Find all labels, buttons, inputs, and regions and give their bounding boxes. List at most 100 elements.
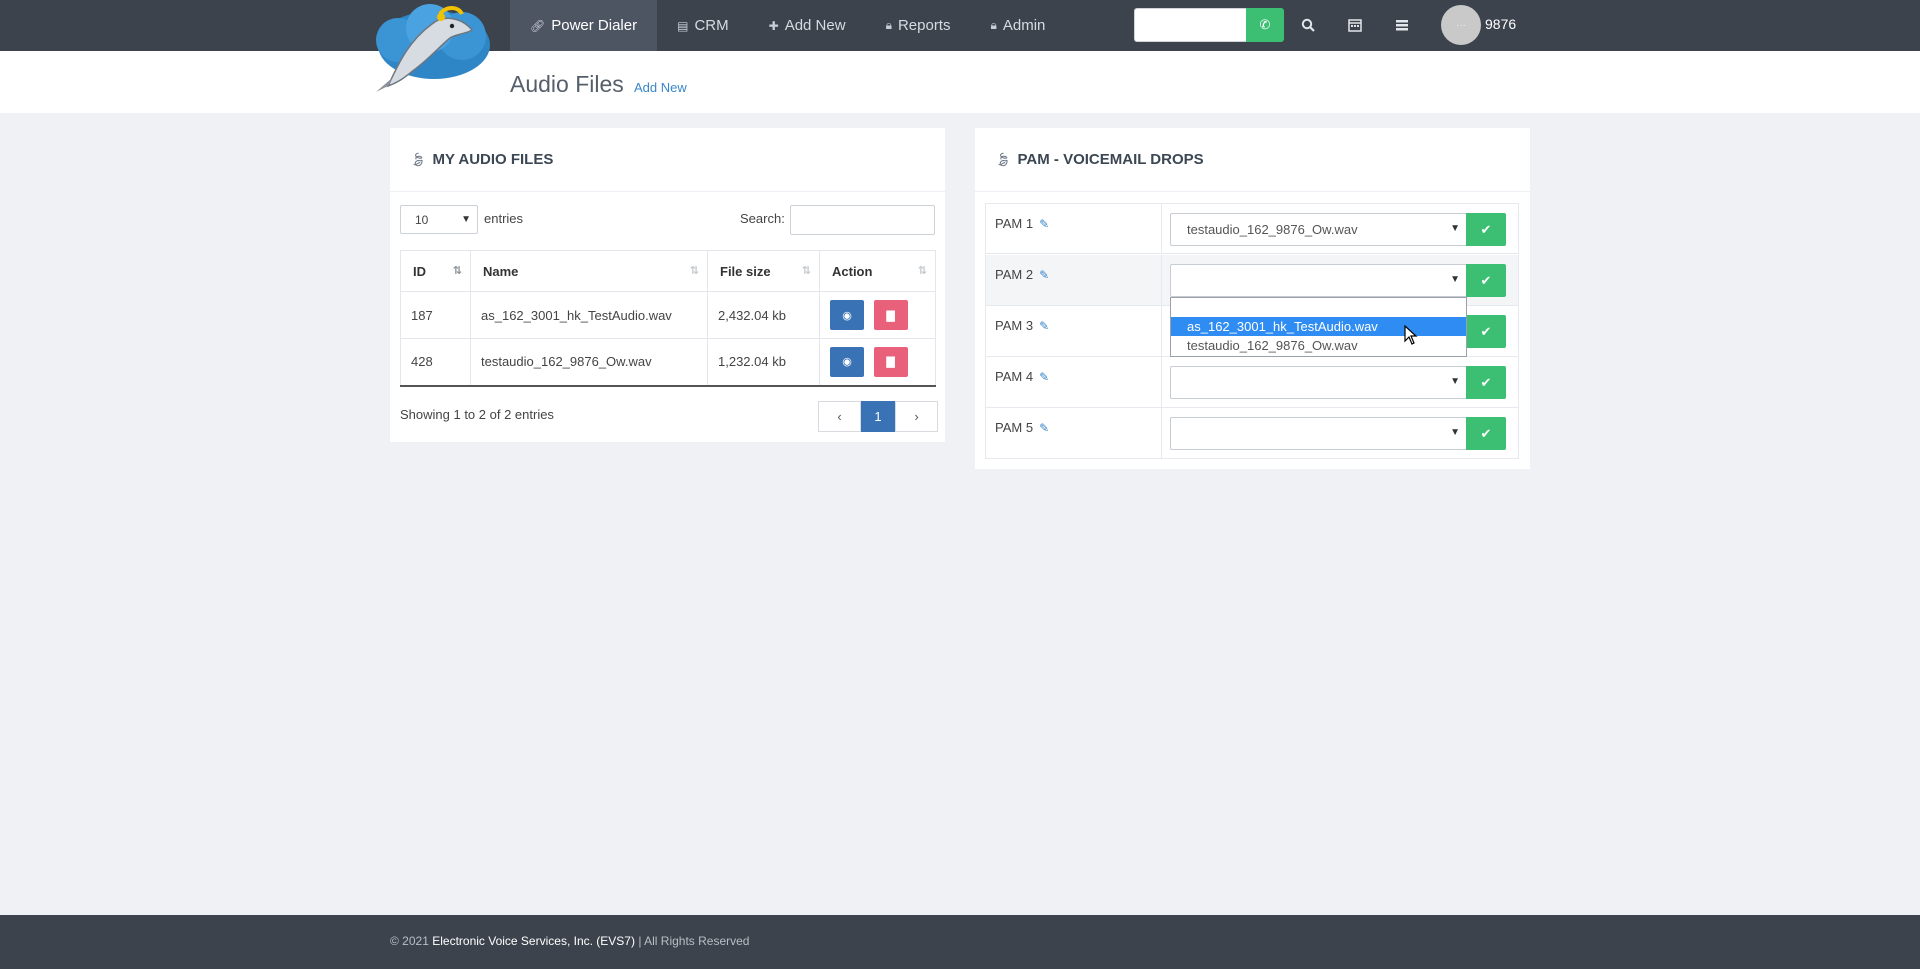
page-title: Audio Files xyxy=(510,71,624,97)
nav-admin[interactable]: 🔒︎ Admin xyxy=(970,0,1065,51)
footer-text: © 2021 Electronic Voice Services, Inc. (… xyxy=(390,934,749,948)
add-new-link[interactable]: Add New xyxy=(634,80,687,95)
avatar[interactable]: ··· xyxy=(1441,5,1481,45)
card-header: 🍃︎ MY AUDIO FILES xyxy=(390,128,945,192)
pam-label: PAM 5 xyxy=(995,420,1034,435)
pencil-icon[interactable]: ✎ xyxy=(1039,319,1049,333)
footer-company-link[interactable]: Electronic Voice Services, Inc. (EVS7) xyxy=(432,934,635,948)
nav-crm[interactable]: ▤ CRM xyxy=(657,0,749,51)
chevron-down-icon: ▼ xyxy=(1450,223,1460,234)
dial-call-button[interactable]: ✆ xyxy=(1246,8,1284,42)
check-icon: ✔ xyxy=(1480,374,1492,390)
pam-label: PAM 1 xyxy=(995,216,1034,231)
pagination: ‹ 1 › xyxy=(818,401,938,432)
pam-label: PAM 3 xyxy=(995,318,1034,333)
nav-label: CRM xyxy=(694,17,729,34)
dropdown-option[interactable]: testaudio_162_9876_Ow.wav xyxy=(1171,336,1466,355)
trash-icon: ▇ xyxy=(886,356,895,369)
card-title: PAM - VOICEMAIL DROPS xyxy=(1017,151,1204,168)
view-button[interactable]: ◉ xyxy=(830,346,864,377)
pam-label: PAM 2 xyxy=(995,267,1034,282)
nav-add-new[interactable]: ✚ Add New xyxy=(749,0,866,51)
delete-button[interactable]: ▇ xyxy=(873,346,908,377)
column-header-name[interactable]: Name ⇅ xyxy=(470,250,708,292)
footer: © 2021 Electronic Voice Services, Inc. (… xyxy=(0,915,1920,969)
column-header-file-size[interactable]: File size ⇅ xyxy=(707,250,820,292)
pam-label-cell: PAM 2 ✎ xyxy=(986,255,1162,305)
pagination-prev[interactable]: ‹ xyxy=(818,401,861,432)
sort-icon: ⇅ xyxy=(917,265,927,277)
leaf-icon: 🍃︎ xyxy=(995,151,1012,167)
leaf-icon: 🍃︎ xyxy=(410,151,427,167)
pam-1-select[interactable]: testaudio_162_9876_Ow.wav ▼ xyxy=(1170,213,1467,246)
user-name[interactable]: 9876 xyxy=(1485,16,1516,32)
delete-button[interactable]: ▇ xyxy=(873,300,908,330)
nav-label: Add New xyxy=(784,17,846,34)
check-icon: ✔ xyxy=(1480,425,1492,441)
pencil-icon[interactable]: ✎ xyxy=(1039,421,1049,435)
dial-number-input[interactable] xyxy=(1134,8,1247,42)
nav-power-dialer[interactable]: 🔗︎ Power Dialer xyxy=(510,0,658,51)
column-header-id[interactable]: ID ⇅ xyxy=(400,250,471,292)
column-header-action[interactable]: Action ⇅ xyxy=(819,250,936,292)
chevron-down-icon: ▼ xyxy=(1450,427,1460,438)
top-navbar: 🔗︎ Power Dialer ▤ CRM ✚ Add New 🔒︎ Repor… xyxy=(0,0,1920,51)
pam-1-save-button[interactable]: ✔ xyxy=(1466,213,1506,246)
pam-5-select[interactable]: ▼ xyxy=(1170,417,1467,450)
table-row: 428 testaudio_162_9876_Ow.wav 1,232.04 k… xyxy=(400,338,936,387)
check-icon: ✔ xyxy=(1480,323,1492,339)
plus-icon: ✚ xyxy=(768,18,779,33)
cell-size: 2,432.04 kb xyxy=(707,291,820,339)
cell-actions: ◉ ▇ xyxy=(819,338,936,387)
lock-icon: 🔒︎ xyxy=(990,18,997,32)
dropdown-option-selected[interactable]: as_162_3001_hk_TestAudio.wav xyxy=(1171,317,1466,336)
list-icon[interactable] xyxy=(1390,13,1414,37)
pencil-icon[interactable]: ✎ xyxy=(1039,217,1049,231)
pam-label-cell: PAM 1 ✎ xyxy=(986,204,1162,253)
pam-2-select[interactable]: ▼ xyxy=(1170,264,1467,297)
avatar-text: ··· xyxy=(1456,19,1466,31)
pam-4-select[interactable]: ▼ xyxy=(1170,366,1467,399)
pagination-next[interactable]: › xyxy=(895,401,938,432)
entries-info: Showing 1 to 2 of 2 entries xyxy=(400,407,554,422)
calendar-icon[interactable] xyxy=(1343,13,1367,37)
audio-files-table: ID ⇅ Name ⇅ File size ⇅ Action ⇅ 187 as_… xyxy=(400,250,936,387)
book-icon: ▤ xyxy=(677,18,689,33)
entries-select[interactable]: 10 ▼ xyxy=(400,205,478,234)
pam-5-save-button[interactable]: ✔ xyxy=(1466,417,1506,450)
sort-icon: ⇅ xyxy=(689,265,699,277)
column-label: ID xyxy=(413,263,426,279)
sort-icon: ⇅ xyxy=(801,265,811,277)
dolphin-logo[interactable] xyxy=(370,0,498,94)
view-button[interactable]: ◉ xyxy=(830,300,864,330)
mouse-cursor-icon xyxy=(1404,324,1418,348)
entries-value: 10 xyxy=(415,212,429,227)
dropdown-option-blank[interactable] xyxy=(1171,298,1466,317)
column-label: Name xyxy=(483,263,519,279)
audio-files-card: 🍃︎ MY AUDIO FILES 10 ▼ entries Search: I… xyxy=(390,128,945,442)
pam-label-cell: PAM 5 ✎ xyxy=(986,408,1162,458)
page-header: Audio Files Add New xyxy=(0,51,1920,113)
pagination-page[interactable]: 1 xyxy=(861,401,895,432)
pencil-icon[interactable]: ✎ xyxy=(1039,268,1049,282)
search-input[interactable] xyxy=(790,205,935,235)
nav-label: Reports xyxy=(897,17,951,34)
search-icon[interactable] xyxy=(1296,13,1320,37)
pam-2-save-button[interactable]: ✔ xyxy=(1466,264,1506,297)
pam-label-cell: PAM 3 ✎ xyxy=(986,306,1162,356)
pam-row-1: PAM 1 ✎ testaudio_162_9876_Ow.wav ▼ ✔ xyxy=(985,203,1519,254)
pam-select-value: testaudio_162_9876_Ow.wav xyxy=(1187,222,1358,237)
cell-actions: ◉ ▇ xyxy=(819,291,936,339)
pencil-icon[interactable]: ✎ xyxy=(1039,370,1049,384)
nav-label: Admin xyxy=(1002,17,1046,34)
column-label: Action xyxy=(832,263,873,279)
eye-icon: ◉ xyxy=(842,356,852,369)
chevron-down-icon: ▼ xyxy=(1450,376,1460,387)
table-row: 187 as_162_3001_hk_TestAudio.wav 2,432.0… xyxy=(400,291,936,339)
nav-reports[interactable]: 🔒︎ Reports xyxy=(866,0,971,51)
column-label: File size xyxy=(720,263,771,279)
pam-4-save-button[interactable]: ✔ xyxy=(1466,366,1506,399)
footer-year: © 2021 xyxy=(390,934,429,948)
pam-3-save-button[interactable]: ✔ xyxy=(1466,315,1506,348)
search-label: Search: xyxy=(740,211,785,226)
